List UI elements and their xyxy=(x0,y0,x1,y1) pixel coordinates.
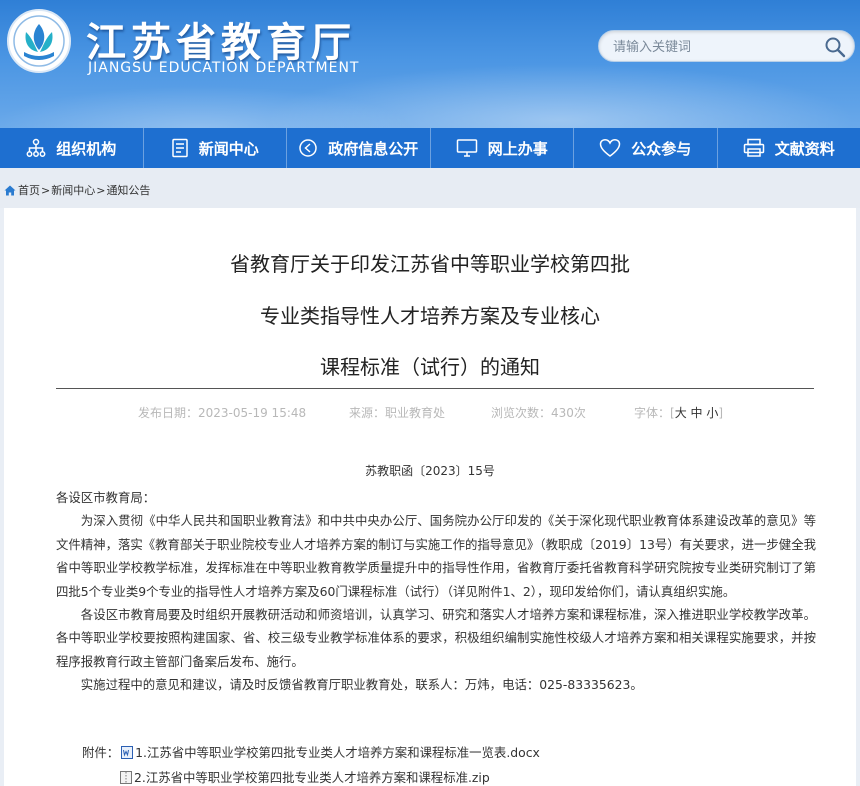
paragraph: 各设区市教育局要及时组织开展教研活动和师资培训，认真学习、研究和落实人才培养方案… xyxy=(56,607,816,669)
zip-file-icon xyxy=(120,770,132,784)
nav-item-news[interactable]: 新闻中心 xyxy=(144,128,287,168)
nav-label: 政府信息公开 xyxy=(328,139,419,158)
paragraph: 为深入贯彻《中华人民共和国职业教育法》和中共中央办公厅、国务院办公厅印发的《关于… xyxy=(56,513,816,599)
nav-item-online-service[interactable]: 网上办事 xyxy=(431,128,574,168)
salutation: 各设区市教育局： xyxy=(56,490,156,505)
article-title-line-1: 省教育厅关于印发江苏省中等职业学校第四批 xyxy=(230,252,630,276)
nav-label: 网上办事 xyxy=(487,139,548,158)
nav-item-org[interactable]: 组织机构 xyxy=(0,128,144,168)
education-logo-icon[interactable] xyxy=(6,8,72,74)
publish-date: 发布日期：2023-05-19 15:48 xyxy=(138,406,307,420)
font-size-medium[interactable]: 中 xyxy=(691,406,703,420)
docx-file-icon xyxy=(121,745,134,759)
printer-icon xyxy=(743,138,764,157)
search-icon[interactable] xyxy=(824,36,846,58)
site-subtitle: JIANGSU EDUCATION DEPARTMENT xyxy=(88,60,360,76)
font-size-large[interactable]: 大 xyxy=(675,406,687,420)
article-title-line-3: 课程标准（试行）的通知 xyxy=(320,355,540,379)
nav-item-gov-info[interactable]: 政府信息公开 xyxy=(287,128,431,168)
main-nav: 组织机构 新闻中心 政府信息公开 网上办事 公众参与 文献资料 xyxy=(0,128,860,168)
search-box xyxy=(598,30,855,62)
breadcrumb-separator: > xyxy=(96,183,106,197)
monitor-icon xyxy=(456,139,477,157)
breadcrumb-news[interactable]: 新闻中心 xyxy=(51,182,95,198)
home-icon xyxy=(4,185,16,195)
attachments-label: 附件： xyxy=(82,745,120,760)
info-circle-icon xyxy=(299,139,317,157)
breadcrumb-notice[interactable]: 通知公告 xyxy=(106,182,150,198)
search-input[interactable] xyxy=(613,36,813,58)
attachment-link[interactable]: 1.江苏省中等职业学校第四批专业类人才培养方案和课程标准一览表.docx xyxy=(135,743,540,761)
font-size-control: 字体：[大 中 小] xyxy=(634,404,723,421)
document-number: 苏教职函〔2023〕15号 xyxy=(365,464,495,478)
breadcrumb-bar: 首页 > 新闻中心 > 通知公告 xyxy=(0,168,860,208)
attachment-row-1: 附件： 1.江苏省中等职业学校第四批专业类人才培养方案和课程标准一览表.docx xyxy=(82,743,540,761)
attachment-link[interactable]: 2.江苏省中等职业学校第四批专业类人才培养方案和课程标准.zip xyxy=(134,768,490,786)
nav-item-public[interactable]: 公众参与 xyxy=(574,128,718,168)
breadcrumb: 首页 > 新闻中心 > 通知公告 xyxy=(4,182,150,198)
org-chart-icon xyxy=(26,138,46,157)
article-card: 省教育厅关于印发江苏省中等职业学校第四批 专业类指导性人才培养方案及专业核心 课… xyxy=(4,208,856,786)
font-size-small[interactable]: 小 xyxy=(706,406,718,420)
attachment-row-2: 2.江苏省中等职业学校第四批专业类人才培养方案和课程标准.zip xyxy=(118,768,490,786)
font-size-label: 字体：[ xyxy=(634,406,675,420)
breadcrumb-separator: > xyxy=(41,183,51,197)
title-divider xyxy=(56,388,814,389)
nav-label: 组织机构 xyxy=(56,139,117,158)
nav-label: 新闻中心 xyxy=(198,139,259,158)
nav-item-documents[interactable]: 文献资料 xyxy=(718,128,860,168)
article-body: 各设区市教育局： 为深入贯彻《中华人民共和国职业教育法》和中共中央办公厅、国务院… xyxy=(56,486,816,697)
document-icon xyxy=(171,138,188,158)
nav-label: 文献资料 xyxy=(774,139,835,158)
font-size-close: ] xyxy=(718,406,724,420)
site-header: 江苏省教育厅 JIANGSU EDUCATION DEPARTMENT xyxy=(0,0,860,128)
paragraph: 实施过程中的意见和建议，请及时反馈省教育厅职业教育处，联系人：万炜，电话：025… xyxy=(80,677,643,693)
view-count: 浏览次数：430次 xyxy=(491,406,586,420)
breadcrumb-home[interactable]: 首页 xyxy=(18,182,40,198)
heart-icon xyxy=(599,139,621,157)
nav-label: 公众参与 xyxy=(631,139,692,158)
article-title-line-2: 专业类指导性人才培养方案及专业核心 xyxy=(260,304,600,328)
article-source: 来源：职业教育处 xyxy=(349,406,446,420)
